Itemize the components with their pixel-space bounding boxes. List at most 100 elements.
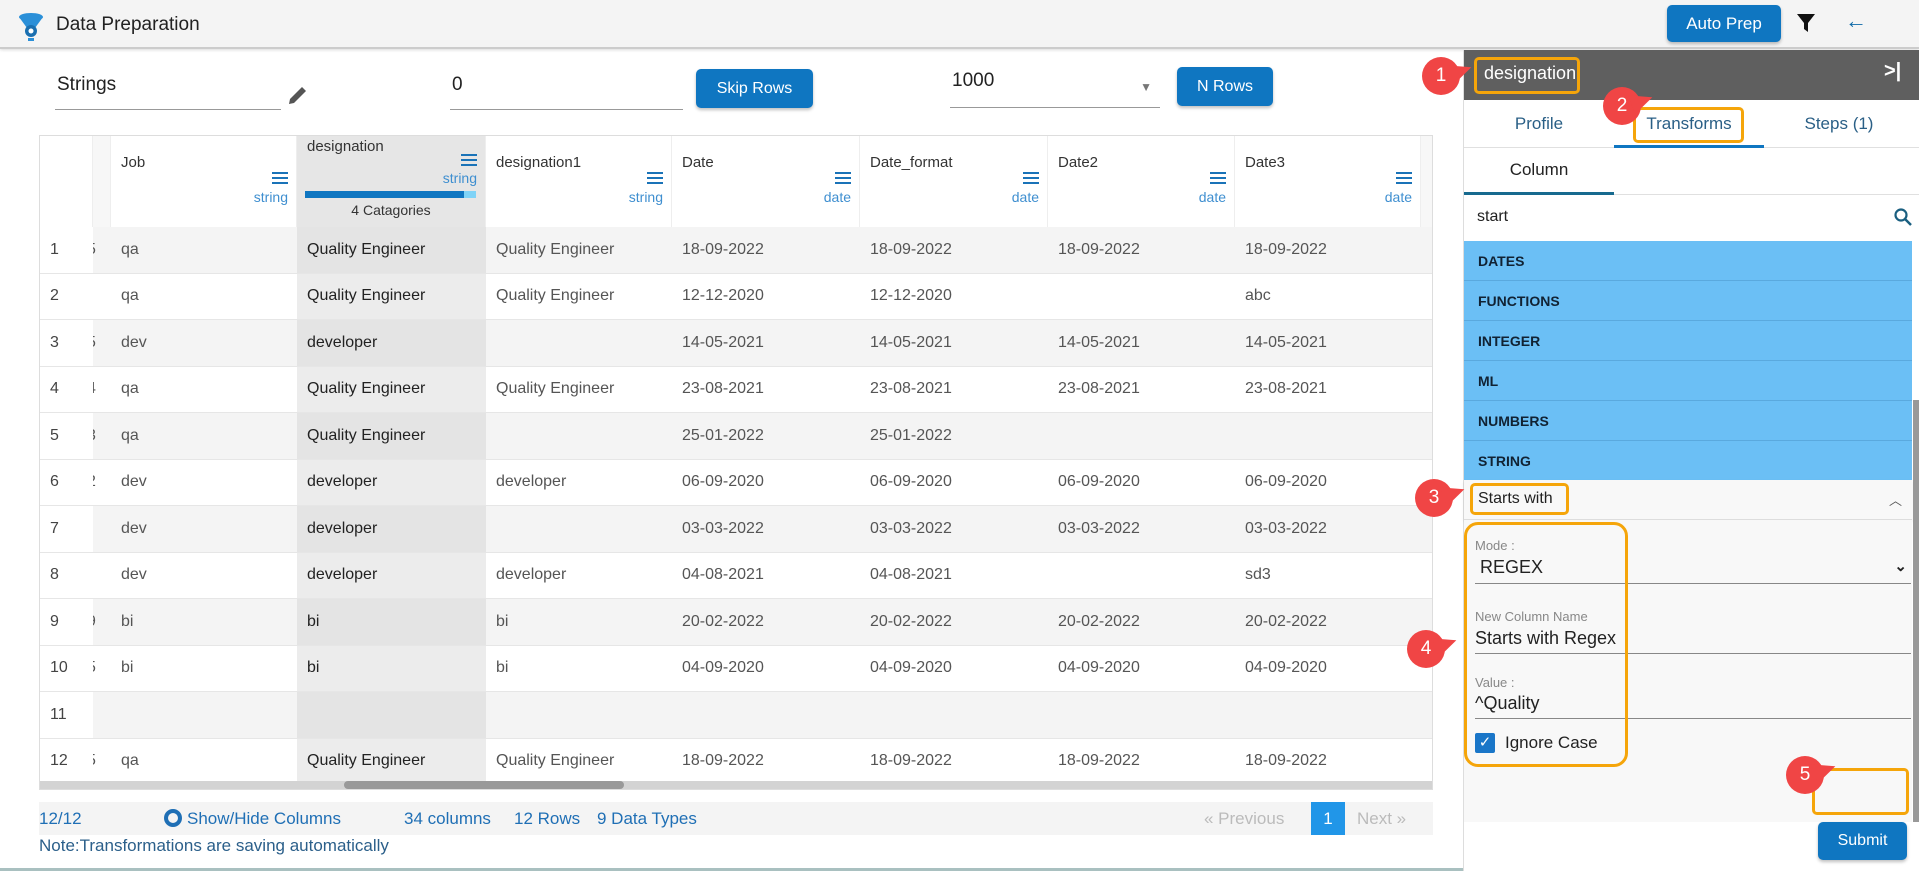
table-cell: dev (121, 519, 147, 537)
column-header[interactable]: Date3 date (1235, 136, 1421, 227)
partial-column-header[interactable] (93, 136, 111, 227)
column-type: string (628, 189, 663, 205)
table-row[interactable]: 7 dev developer 03-03-2022 03-03-2022 03-03-2… (40, 506, 1432, 553)
search-icon[interactable] (1894, 208, 1912, 226)
row-number: 3 (40, 320, 93, 366)
skip-rows-button[interactable]: Skip Rows (696, 69, 813, 108)
column-type: string (253, 189, 288, 205)
partial-column-header[interactable] (1421, 136, 1432, 227)
category-item[interactable]: ML (1464, 361, 1912, 401)
eye-icon[interactable] (164, 809, 182, 827)
table-row[interactable]: 15 qa Quality Engineer Quality Engineer 18-0… (40, 227, 1432, 274)
column-type: date (823, 189, 851, 205)
table-row[interactable]: 44 qa Quality Engineer Quality Engineer 23-0… (40, 366, 1432, 413)
table-cell: Quality Engineer (297, 273, 486, 319)
step-marker-3: 3 (1415, 479, 1453, 517)
table-cell: qa (121, 426, 139, 444)
table-row[interactable]: 53 qa Quality Engineer 25-01-2022 25-01-2022 (40, 413, 1432, 460)
tab-profile[interactable]: Profile (1464, 100, 1614, 148)
table-cell: 23-08-2021 (682, 380, 764, 398)
table-cell: 04-09-2020 (682, 659, 764, 677)
table-row[interactable]: 105bibibi04-09-202004-09-202004-09-20200… (40, 645, 1432, 692)
collapse-panel-icon[interactable]: >| (1884, 60, 1901, 83)
table-row[interactable]: 35 dev developer 14-05-2021 14-05-2021 14-05-… (40, 320, 1432, 367)
page-1-button[interactable]: 1 (1311, 802, 1345, 835)
table-row[interactable]: 11 (40, 692, 1432, 739)
table-cell: 12-12-2020 (682, 287, 764, 305)
table-cell: 25-01-2022 (870, 426, 952, 444)
dataset-name-input[interactable]: Strings (55, 74, 281, 110)
table-row[interactable]: 8 dev developer developer 04-08-2021 04-08-20… (40, 552, 1432, 599)
subtab-column[interactable]: Column (1464, 148, 1614, 195)
step-marker-2: 2 (1603, 87, 1641, 125)
column-menu-icon[interactable] (835, 172, 851, 184)
column-name: Date3 (1245, 154, 1286, 171)
step-marker-4: 4 (1407, 630, 1445, 668)
transform-search[interactable]: start (1464, 195, 1919, 241)
column-header[interactable]: Date2 date (1048, 136, 1235, 227)
column-header[interactable]: Date_format date (860, 136, 1048, 227)
tab-steps[interactable]: Steps (1) (1764, 100, 1914, 148)
column-menu-icon[interactable] (647, 172, 663, 184)
panel-scrollbar[interactable] (1913, 400, 1919, 822)
scrollbar-thumb[interactable] (344, 781, 624, 789)
data-types-count: 9 Data Types (597, 809, 697, 828)
autosave-note: Note:Transformations are saving automati… (39, 836, 389, 855)
column-header[interactable]: Date date (672, 136, 860, 227)
category-item[interactable]: FUNCTIONS (1464, 281, 1912, 321)
table-cell: 14-05-2021 (682, 333, 764, 351)
table-cell: 06-09-2020 (1058, 473, 1140, 491)
row-number: 9 (40, 599, 93, 645)
back-arrow-icon[interactable]: ← (1845, 8, 1867, 34)
category-item[interactable]: STRING (1464, 441, 1912, 481)
edit-pencil-icon[interactable] (287, 84, 309, 106)
filter-icon[interactable] (1797, 14, 1815, 32)
column-name: Date2 (1058, 154, 1099, 171)
previous-page-button[interactable]: « Previous (1204, 809, 1284, 829)
table-cell: 18-09-2022 (870, 752, 952, 770)
table-cell (1235, 692, 1421, 738)
chevron-up-icon[interactable]: ︿ (1889, 490, 1902, 509)
table-cell: 23-08-2021 (870, 380, 952, 398)
table-cell: bi (496, 659, 509, 677)
table-row[interactable]: 125 qa Quality Engineer Quality Engineer 18-… (40, 738, 1432, 785)
skip-rows-input[interactable]: 0 (450, 74, 683, 110)
column-menu-icon[interactable] (272, 172, 288, 184)
table-cell: dev (121, 473, 147, 491)
table-cell (1048, 692, 1235, 738)
table-cell: 04-09-2020 (1058, 659, 1140, 677)
submit-button[interactable]: Submit (1818, 822, 1907, 860)
table-cell: sd3 (1245, 566, 1271, 584)
column-menu-icon[interactable] (461, 154, 477, 166)
auto-prep-button[interactable]: Auto Prep (1667, 5, 1781, 42)
table-cell: 04-09-2020 (870, 659, 952, 677)
category-item[interactable]: DATES (1464, 241, 1912, 281)
column-header[interactable]: Job string (111, 136, 297, 227)
table-cell: developer (496, 473, 567, 491)
search-input[interactable]: start (1477, 208, 1508, 226)
category-item[interactable]: NUMBERS (1464, 401, 1912, 441)
show-hide-columns-link[interactable]: Show/Hide Columns (187, 809, 341, 829)
column-type: date (1198, 189, 1226, 205)
column-menu-icon[interactable] (1023, 172, 1039, 184)
column-menu-icon[interactable] (1210, 172, 1226, 184)
row-count: 12/12 (39, 809, 82, 828)
category-item[interactable]: INTEGER (1464, 321, 1912, 361)
highlight-starts-with (1470, 483, 1569, 515)
horizontal-scrollbar[interactable] (40, 781, 1432, 789)
n-rows-button[interactable]: N Rows (1177, 67, 1273, 106)
n-rows-select[interactable]: 1000 ▼ (950, 70, 1160, 108)
table-row[interactable]: 62 dev developer developer 06-09-2020 06-09-2… (40, 459, 1432, 506)
next-page-button[interactable]: Next » (1357, 809, 1406, 829)
column-header[interactable]: designation string 4 Catagories (297, 136, 486, 227)
column-header[interactable]: designation1 string (486, 136, 672, 227)
step-marker-1: 1 (1422, 57, 1460, 95)
table-cell: 20-02-2022 (1245, 612, 1327, 630)
table-row[interactable]: 99bibibi20-02-202220-02-202220-02-202220… (40, 599, 1432, 646)
column-menu-icon[interactable] (1396, 172, 1412, 184)
table-cell (672, 692, 860, 738)
table-cell: 23-08-2021 (1058, 380, 1140, 398)
table-cell: 18-09-2022 (870, 240, 952, 258)
table-cell: 3 (93, 413, 111, 459)
table-row[interactable]: 2 qa Quality Engineer Quality Engineer 12-12… (40, 273, 1432, 320)
